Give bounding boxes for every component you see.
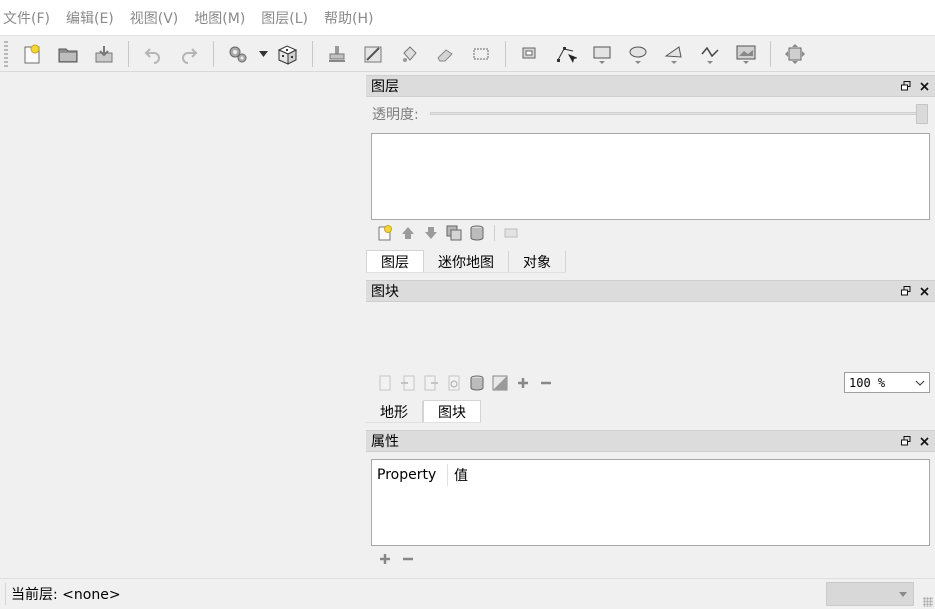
- insert-polygon-icon[interactable]: [659, 40, 689, 68]
- commands-icon[interactable]: [223, 40, 253, 68]
- toggle-layer-icon[interactable]: [500, 223, 522, 243]
- tab-tilesets[interactable]: 图块: [423, 400, 481, 422]
- layers-dock-title: 图层: [366, 75, 935, 97]
- import-tileset-icon[interactable]: [397, 373, 419, 393]
- toolbar-separator: [213, 40, 214, 67]
- close-dock-icon[interactable]: [917, 79, 931, 93]
- tileset-properties-icon[interactable]: [443, 373, 465, 393]
- random-dice-icon[interactable]: [273, 40, 303, 68]
- redo-icon[interactable]: [174, 40, 204, 68]
- opacity-slider-handle[interactable]: [916, 104, 928, 124]
- edit-polygons-icon[interactable]: [551, 40, 581, 68]
- properties-toolbar: [374, 549, 420, 569]
- export-tileset-icon[interactable]: [420, 373, 442, 393]
- close-dock-icon[interactable]: [917, 434, 931, 448]
- add-layer-icon[interactable]: [374, 223, 396, 243]
- select-objects-icon[interactable]: [515, 40, 545, 68]
- dock-title-text: 图层: [371, 79, 399, 95]
- chevron-down-icon: [911, 380, 929, 386]
- main-toolbar: [0, 36, 935, 72]
- new-tileset-icon[interactable]: [374, 373, 396, 393]
- lower-layer-icon[interactable]: [420, 223, 442, 243]
- menu-help[interactable]: 帮助(H): [324, 8, 373, 28]
- rectangle-select-icon[interactable]: [466, 40, 496, 68]
- layers-dock-tabs: 图层 迷你地图 对象: [366, 250, 566, 273]
- delete-tileset-icon[interactable]: [466, 373, 488, 393]
- menu-layer[interactable]: 图层(L): [261, 8, 308, 28]
- float-dock-icon[interactable]: [899, 434, 913, 448]
- toolbar-separator: [494, 225, 495, 241]
- tileset-dock-tabs: 地形 图块: [366, 400, 481, 423]
- current-layer-label: 当前层: <none>: [5, 583, 121, 605]
- tab-terrain[interactable]: 地形: [366, 401, 423, 422]
- status-layer-select[interactable]: [826, 582, 914, 606]
- zoom-value: 100 %: [849, 375, 886, 390]
- toolbar-grip[interactable]: [4, 40, 8, 67]
- tileset-toolbar: [374, 373, 558, 393]
- float-dock-icon[interactable]: [899, 284, 913, 298]
- remove-tiles-icon[interactable]: [535, 373, 557, 393]
- edit-terrain-icon[interactable]: [489, 373, 511, 393]
- insert-tile-icon[interactable]: [731, 40, 761, 68]
- chevron-down-icon: [899, 591, 907, 597]
- tab-minimap[interactable]: 迷你地图: [424, 251, 509, 272]
- add-tiles-icon[interactable]: [512, 373, 534, 393]
- menu-view[interactable]: 视图(V): [130, 8, 179, 28]
- toolbar-separator: [505, 40, 506, 67]
- tab-layers[interactable]: 图层: [366, 250, 424, 272]
- duplicate-layer-icon[interactable]: [443, 223, 465, 243]
- undo-icon[interactable]: [138, 40, 168, 68]
- eraser-icon[interactable]: [430, 40, 460, 68]
- save-icon[interactable]: [89, 40, 119, 68]
- opacity-row: 透明度:: [372, 102, 932, 126]
- add-property-icon[interactable]: [374, 549, 396, 569]
- open-icon[interactable]: [53, 40, 83, 68]
- dropdown-arrow-icon[interactable]: [256, 40, 270, 68]
- stamp-brush-icon[interactable]: [322, 40, 352, 68]
- insert-ellipse-icon[interactable]: [623, 40, 653, 68]
- delete-layer-icon[interactable]: [466, 223, 488, 243]
- toolbar-separator: [770, 40, 771, 67]
- float-dock-icon[interactable]: [899, 79, 913, 93]
- resize-grip[interactable]: [923, 597, 933, 607]
- opacity-label: 透明度:: [372, 107, 419, 123]
- insert-rectangle-icon[interactable]: [587, 40, 617, 68]
- center-view-icon[interactable]: [780, 40, 810, 68]
- toolbar-separator: [128, 40, 129, 67]
- remove-property-icon[interactable]: [397, 549, 419, 569]
- menu-bar: 文件(F) 编辑(E) 视图(V) 地图(M) 图层(L) 帮助(H): [0, 0, 935, 36]
- tileset-dock-title: 图块: [366, 280, 935, 302]
- menu-edit[interactable]: 编辑(E): [66, 8, 114, 28]
- status-bar: 当前层: <none>: [0, 578, 935, 609]
- new-map-icon[interactable]: [17, 40, 47, 68]
- menu-file[interactable]: 文件(F): [3, 8, 50, 28]
- properties-header: Property 值: [372, 460, 468, 490]
- paint-icon[interactable]: [394, 40, 424, 68]
- close-dock-icon[interactable]: [917, 284, 931, 298]
- bucket-fill-icon[interactable]: [358, 40, 388, 68]
- insert-polyline-icon[interactable]: [695, 40, 725, 68]
- menu-map[interactable]: 地图(M): [194, 8, 245, 28]
- property-column-header[interactable]: Property: [372, 464, 448, 486]
- dock-title-text: 属性: [371, 434, 399, 450]
- value-column-header[interactable]: 值: [448, 464, 468, 486]
- dock-title-text: 图块: [371, 284, 399, 300]
- properties-dock-title: 属性: [366, 430, 935, 452]
- tab-objects[interactable]: 对象: [509, 251, 566, 272]
- raise-layer-icon[interactable]: [397, 223, 419, 243]
- toolbar-separator: [312, 40, 313, 67]
- opacity-slider-track[interactable]: [430, 112, 918, 115]
- layers-list[interactable]: [371, 133, 930, 220]
- map-canvas[interactable]: [0, 73, 366, 578]
- layers-toolbar: [374, 223, 523, 243]
- zoom-select[interactable]: 100 %: [844, 372, 930, 393]
